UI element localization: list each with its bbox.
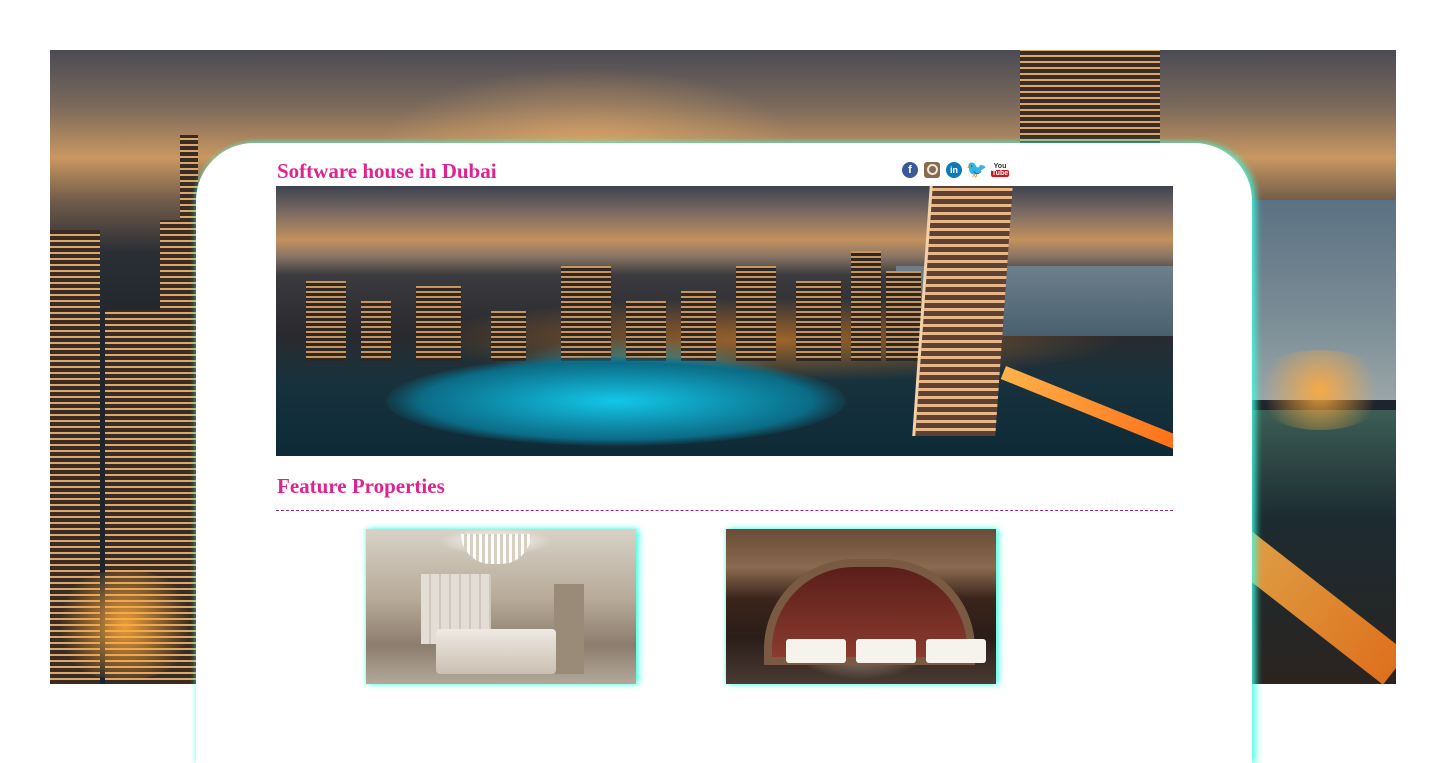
twitter-icon[interactable]: 🐦	[966, 160, 987, 179]
feature-properties-heading: Feature Properties	[277, 474, 445, 498]
social-icons: f in 🐦 You Tube	[902, 160, 1010, 179]
linkedin-icon[interactable]: in	[946, 161, 962, 178]
property-card-bedroom[interactable]	[366, 529, 636, 684]
hero-banner-image	[276, 186, 1173, 456]
youtube-icon-top: You	[993, 162, 1007, 170]
property-card-restaurant[interactable]	[726, 529, 996, 684]
facebook-icon[interactable]: f	[902, 161, 918, 178]
section-divider	[276, 510, 1173, 511]
youtube-icon-bottom: Tube	[990, 169, 1010, 177]
site-title[interactable]: Software house in Dubai	[277, 159, 497, 184]
instagram-icon[interactable]	[924, 161, 940, 178]
youtube-icon[interactable]: You Tube	[990, 161, 1010, 178]
